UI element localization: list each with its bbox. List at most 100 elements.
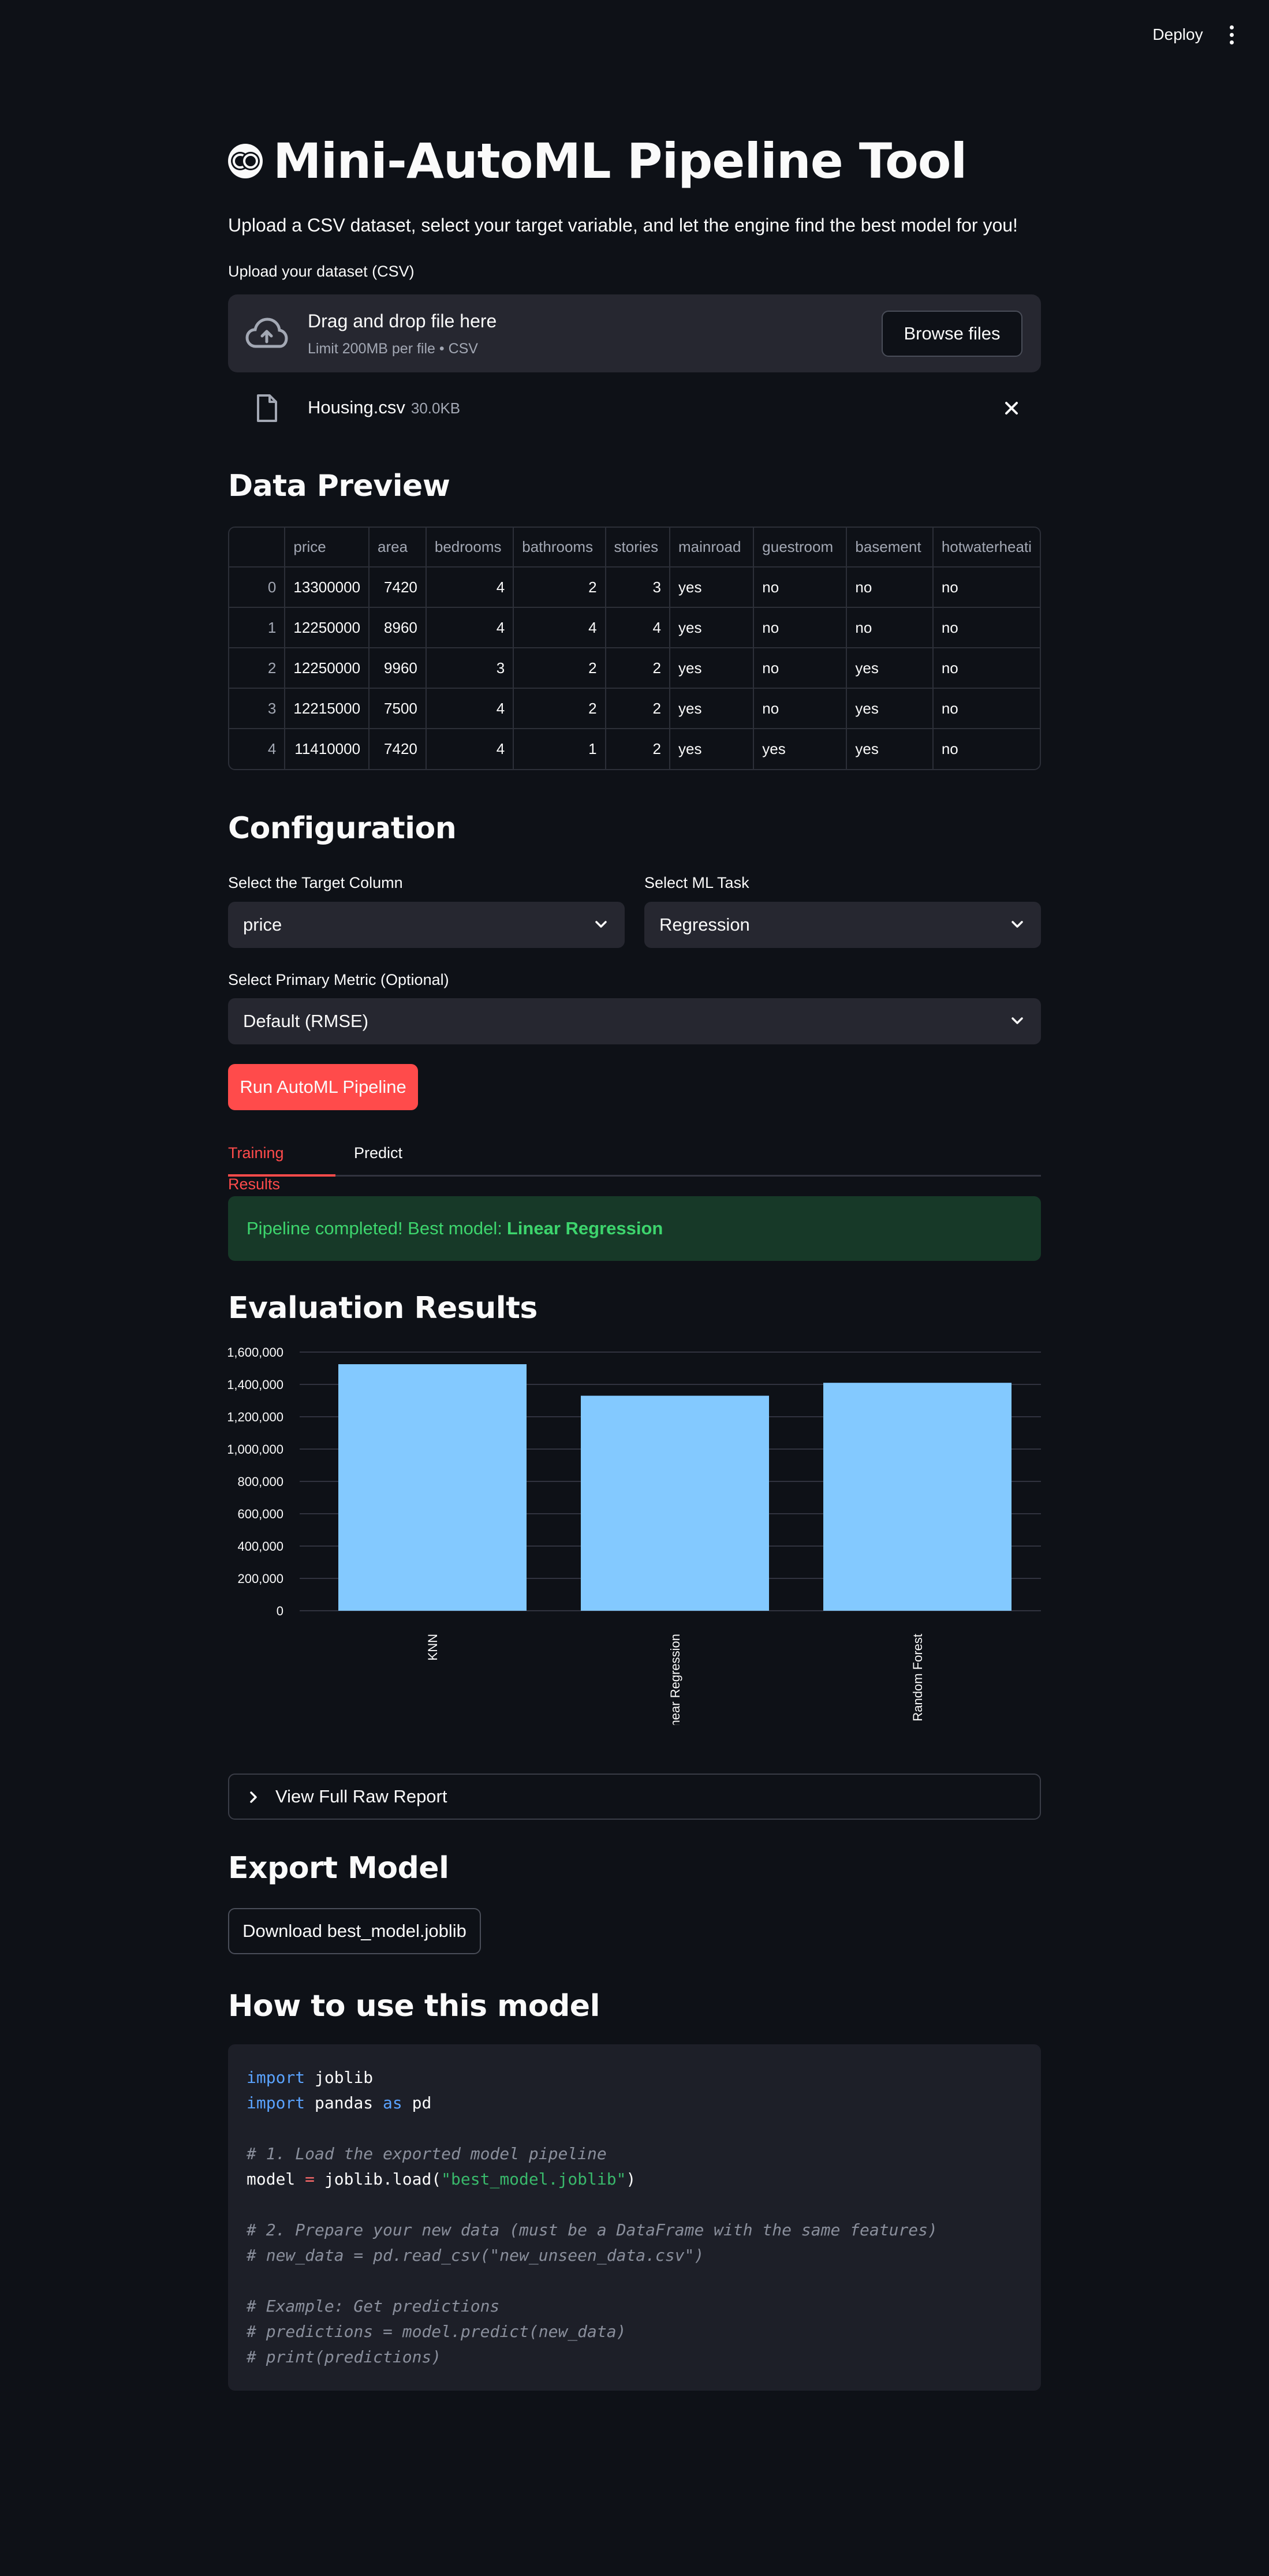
table-cell: 2	[513, 648, 606, 689]
chevron-down-icon	[595, 921, 607, 928]
y-tick-label: 0	[277, 1604, 283, 1618]
table-cell: no	[846, 607, 934, 648]
column-header[interactable]: hotwaterheati	[932, 528, 1040, 568]
run-automl-button[interactable]: Run AutoML Pipeline	[228, 1064, 418, 1110]
column-header	[229, 528, 286, 568]
export-model-heading: Export Model	[228, 1851, 449, 1886]
table-cell: no	[753, 648, 848, 689]
table-cell: 2	[513, 688, 606, 729]
uploaded-file: Housing.csv 30.0KB	[228, 386, 1041, 432]
table-cell: no	[846, 567, 934, 608]
evaluation-bar-chart[interactable]: 0 200,000 400,000 600,000 800,000 1,000,000 1,…	[228, 1344, 1041, 1725]
browse-files-button[interactable]: Browse files	[882, 311, 1022, 357]
chevron-down-icon	[1012, 921, 1023, 928]
y-tick-label: 1,600,000	[228, 1345, 283, 1360]
table-row: 2 12250000 9960 3 2 2 yes no yes no	[229, 648, 1040, 689]
dropzone-title: Drag and drop file here	[308, 311, 497, 331]
column-header[interactable]: bathrooms	[513, 528, 606, 568]
table-cell: no	[753, 607, 848, 648]
table-cell: 12215000	[285, 688, 370, 729]
column-header[interactable]: area	[369, 528, 427, 568]
column-header[interactable]: bedrooms	[426, 528, 514, 568]
primary-metric-label: Select Primary Metric (Optional)	[228, 971, 449, 988]
table-cell: 3	[426, 648, 514, 689]
table-cell: 4	[426, 567, 514, 608]
kebab-menu-icon[interactable]	[1222, 21, 1241, 48]
main-content: Mini-AutoML Pipeline Tool Upload a CSV d…	[228, 0, 1041, 2576]
code-block[interactable]: import joblib import pandas as pd # 1. L…	[228, 2044, 1041, 2391]
column-header[interactable]: mainroad	[670, 528, 755, 568]
table-cell: 7500	[369, 688, 427, 729]
table-cell: yes	[846, 729, 934, 769]
close-icon[interactable]	[1002, 398, 1021, 418]
row-index: 4	[229, 729, 286, 769]
chevron-down-icon	[1012, 1017, 1023, 1024]
deploy-button[interactable]: Deploy	[1143, 21, 1212, 48]
owl-emoji-icon	[228, 144, 263, 178]
data-preview-table[interactable]: price area bedrooms bathrooms stories ma…	[228, 527, 1041, 770]
x-tick-label: KNN	[426, 1634, 440, 1660]
table-cell: 2	[605, 648, 671, 689]
table-cell: 4	[605, 607, 671, 648]
x-tick-label: Linear Regression	[668, 1634, 682, 1725]
target-column-select[interactable]: price	[228, 902, 625, 948]
table-cell: 12250000	[285, 648, 370, 689]
table-cell: yes	[670, 729, 755, 769]
column-header[interactable]: basement	[846, 528, 934, 568]
y-tick-label: 400,000	[237, 1539, 283, 1554]
bar-knn	[338, 1364, 527, 1611]
table-row: 4 11410000 7420 4 1 2 yes yes yes no	[229, 729, 1040, 769]
table-cell: 13300000	[285, 567, 370, 608]
y-tick-label: 1,400,000	[228, 1377, 283, 1392]
best-model-name: Linear Regression	[506, 1218, 663, 1238]
file-name: Housing.csv	[308, 397, 405, 417]
table-cell: 9960	[369, 648, 427, 689]
file-dropzone[interactable]: Drag and drop file here Limit 200MB per …	[228, 294, 1041, 372]
column-header[interactable]: stories	[605, 528, 671, 568]
table-row: 0 13300000 7420 4 2 3 yes no no no	[229, 567, 1040, 608]
row-index: 1	[229, 607, 286, 648]
table-cell: no	[941, 740, 958, 757]
tab-predict[interactable]: Predict	[354, 1137, 402, 1177]
table-cell: 3	[605, 567, 671, 608]
cloud-upload-icon	[245, 318, 288, 348]
download-model-button[interactable]: Download best_model.joblib	[228, 1908, 481, 1954]
table-cell: 1	[513, 729, 606, 769]
table-cell: yes	[670, 567, 755, 608]
table-cell: 4	[426, 729, 514, 769]
column-header[interactable]: guestroom	[753, 528, 848, 568]
table-cell: 2	[605, 729, 671, 769]
y-tick-label: 1,200,000	[228, 1410, 283, 1424]
table-cell: yes	[846, 648, 934, 689]
table-cell: no	[753, 567, 848, 608]
table-row: 1 12250000 8960 4 4 4 yes no no no	[229, 607, 1040, 648]
tab-training-results[interactable]: Training Results	[228, 1137, 335, 1193]
column-header[interactable]: price	[285, 528, 370, 568]
table-cell: 12250000	[285, 607, 370, 648]
success-message: Pipeline completed! Best model:	[247, 1218, 502, 1238]
table-cell: 4	[426, 688, 514, 729]
table-cell: no	[932, 688, 1040, 729]
results-tabs: Training Results Predict	[228, 1137, 1041, 1193]
page-title: Mini-AutoML Pipeline Tool	[228, 133, 967, 189]
table-cell: no	[932, 648, 1040, 689]
ml-task-value: Regression	[659, 914, 750, 935]
primary-metric-select[interactable]: Default (RMSE)	[228, 998, 1041, 1044]
target-column-value: price	[243, 914, 282, 935]
table-cell: 2	[513, 567, 606, 608]
row-index: 2	[229, 648, 286, 689]
bar-linear-regression	[581, 1395, 769, 1611]
expander-label: View Full Raw Report	[275, 1786, 447, 1806]
table-header-row: price area bedrooms bathrooms stories ma…	[229, 528, 1040, 568]
table-cell: yes	[670, 607, 755, 648]
target-column-label: Select the Target Column	[228, 874, 403, 891]
table-cell: yes	[670, 648, 755, 689]
table-row: 3 12215000 7500 4 2 2 yes no yes no	[229, 688, 1040, 729]
app-title: Mini-AutoML Pipeline Tool	[273, 133, 967, 189]
upload-label: Upload your dataset (CSV)	[228, 263, 415, 280]
how-to-use-heading: How to use this model	[228, 1989, 600, 2024]
table-cell: 4	[513, 607, 606, 648]
ml-task-select[interactable]: Regression	[644, 902, 1041, 948]
raw-report-expander[interactable]: View Full Raw Report	[228, 1774, 1041, 1820]
y-tick-label: 1,000,000	[228, 1442, 283, 1457]
